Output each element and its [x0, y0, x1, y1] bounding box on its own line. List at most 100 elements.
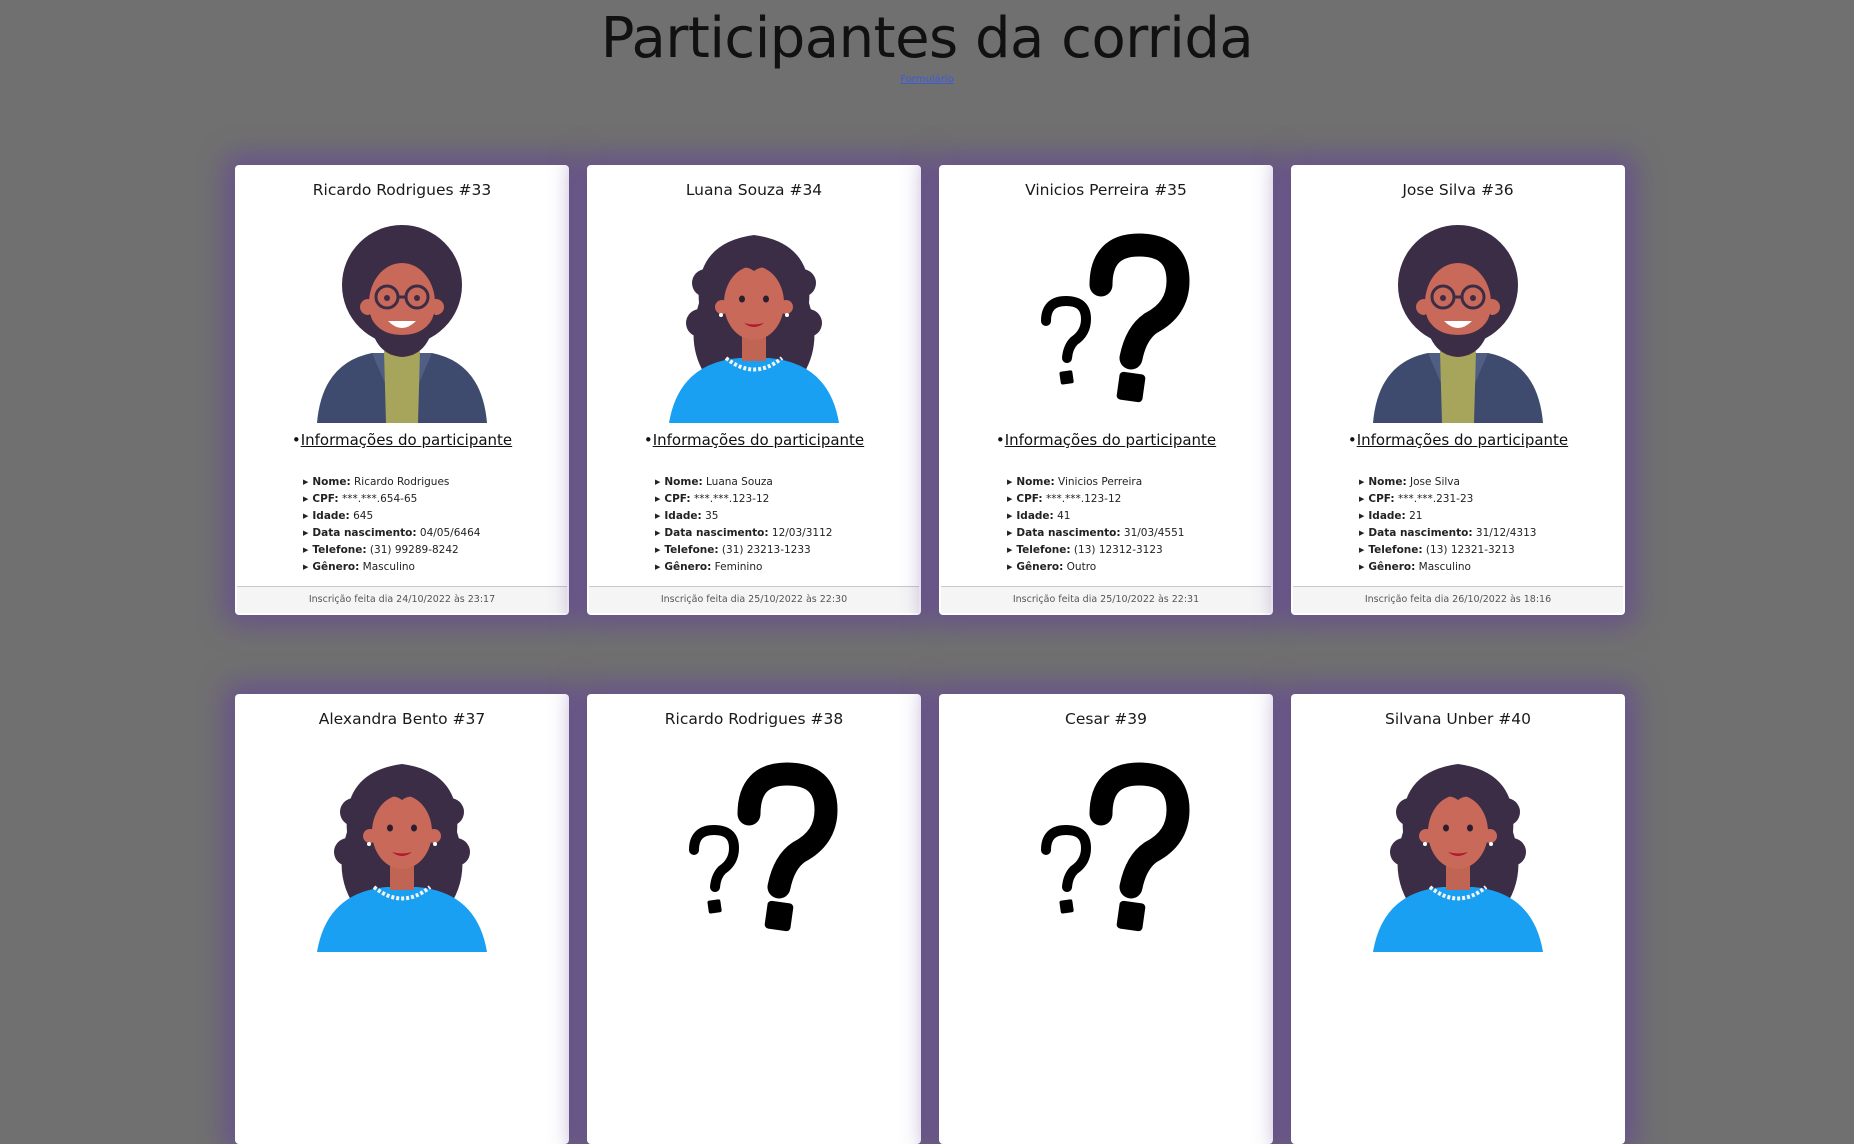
- disclosure-triangle-icon: ▶: [303, 563, 309, 571]
- detail-value: Feminino: [714, 561, 763, 573]
- disclosure-triangle-icon: ▶: [1007, 529, 1013, 537]
- detail-label: Nome:: [1368, 476, 1407, 488]
- detail-row-nascimento: ▶ Data nascimento: 12/03/3112: [655, 525, 905, 542]
- detail-row-nome: ▶ Nome: Ricardo Rodrigues: [303, 474, 553, 491]
- participant-name: Ricardo Rodrigues #33: [312, 181, 492, 199]
- disclosure-triangle-icon: ▶: [1359, 478, 1365, 486]
- participant-card: Ricardo Rodrigues #33 •Informações do pa…: [235, 165, 569, 615]
- detail-row-nascimento: ▶ Data nascimento: 04/05/6464: [303, 525, 553, 542]
- detail-label: CPF:: [312, 493, 339, 505]
- disclosure-triangle-icon: ▶: [303, 495, 309, 503]
- registration-footer: Inscrição feita dia 25/10/2022 às 22:31: [941, 586, 1271, 613]
- detail-value: 35: [705, 510, 719, 522]
- participant-name: Alexandra Bento #37: [318, 710, 486, 728]
- detail-row-telefone: ▶ Telefone: (31) 99289-8242: [303, 542, 553, 559]
- male-avatar-icon: [302, 223, 502, 423]
- detail-label: Telefone:: [1016, 544, 1071, 556]
- registration-footer: Inscrição feita dia 26/10/2022 às 18:16: [1293, 586, 1623, 613]
- disclosure-triangle-icon: ▶: [303, 512, 309, 520]
- participant-card: Cesar #39: [939, 694, 1273, 1144]
- detail-value: (13) 12312-3123: [1073, 544, 1163, 556]
- detail-row-genero: ▶ Gênero: Outro: [1007, 559, 1257, 576]
- disclosure-triangle-icon: ▶: [655, 478, 661, 486]
- detail-value: (31) 99289-8242: [369, 544, 459, 556]
- detail-label: Nome:: [664, 476, 703, 488]
- participant-details: ▶ Nome: Vinicios Perreira ▶ CPF: ***.***.12…: [1007, 474, 1257, 576]
- participant-name: Silvana Unber #40: [1385, 710, 1531, 728]
- participant-info-heading: •Informações do participante: [235, 431, 569, 449]
- question-mark-icon: [1006, 752, 1206, 952]
- participant-name: Vinicios Perreira #35: [1025, 181, 1187, 199]
- detail-label: Idade:: [312, 510, 350, 522]
- page-title: Participantes da corrida: [600, 6, 1254, 71]
- disclosure-triangle-icon: ▶: [1359, 495, 1365, 503]
- female-avatar-icon: [1358, 752, 1558, 952]
- participant-info-link[interactable]: Informações do participante: [1357, 431, 1568, 449]
- participant-card: Silvana Unber #40: [1291, 694, 1625, 1144]
- detail-value: Ricardo Rodrigues: [354, 476, 450, 488]
- detail-row-nascimento: ▶ Data nascimento: 31/03/4551: [1007, 525, 1257, 542]
- detail-value: ***.***.654-65: [341, 493, 418, 505]
- participant-card: Alexandra Bento #37: [235, 694, 569, 1144]
- detail-row-telefone: ▶ Telefone: (13) 12312-3123: [1007, 542, 1257, 559]
- detail-label: Data nascimento:: [312, 527, 417, 539]
- bullet-icon: •: [643, 431, 653, 449]
- disclosure-triangle-icon: ▶: [1007, 563, 1013, 571]
- disclosure-triangle-icon: ▶: [655, 563, 661, 571]
- participant-name: Luana Souza #34: [685, 181, 823, 199]
- detail-row-nome: ▶ Nome: Luana Souza: [655, 474, 905, 491]
- participant-name: Cesar #39: [1065, 710, 1147, 728]
- participant-card: Luana Souza #34 •Informações do particip…: [587, 165, 921, 615]
- detail-value: 31/12/4313: [1475, 527, 1537, 539]
- detail-label: Telefone:: [1368, 544, 1423, 556]
- detail-row-nome: ▶ Nome: Jose Silva: [1359, 474, 1609, 491]
- detail-value: Masculino: [1418, 561, 1471, 573]
- disclosure-triangle-icon: ▶: [1359, 563, 1365, 571]
- disclosure-triangle-icon: ▶: [1359, 512, 1365, 520]
- bullet-icon: •: [291, 431, 301, 449]
- detail-label: Gênero:: [1368, 561, 1416, 573]
- detail-label: Nome:: [312, 476, 351, 488]
- detail-value: (31) 23213-1233: [721, 544, 811, 556]
- form-link[interactable]: Formulário: [0, 74, 1854, 85]
- detail-label: Data nascimento:: [1016, 527, 1121, 539]
- detail-value: ***.***.123-12: [1045, 493, 1122, 505]
- question-mark-icon: [654, 752, 854, 952]
- detail-label: CPF:: [1016, 493, 1043, 505]
- disclosure-triangle-icon: ▶: [1007, 512, 1013, 520]
- participant-info-link[interactable]: Informações do participante: [1005, 431, 1216, 449]
- female-avatar-icon: [654, 223, 854, 423]
- detail-row-cpf: ▶ CPF: ***.***.654-65: [303, 491, 553, 508]
- detail-row-genero: ▶ Gênero: Masculino: [1359, 559, 1609, 576]
- detail-value: 41: [1057, 510, 1071, 522]
- bullet-icon: •: [1347, 431, 1357, 449]
- detail-row-cpf: ▶ CPF: ***.***.123-12: [655, 491, 905, 508]
- detail-value: 31/03/4551: [1123, 527, 1185, 539]
- question-mark-icon: [1006, 223, 1206, 423]
- detail-label: Gênero:: [312, 561, 360, 573]
- disclosure-triangle-icon: ▶: [1007, 478, 1013, 486]
- participant-info-link[interactable]: Informações do participante: [653, 431, 864, 449]
- detail-label: Telefone:: [664, 544, 719, 556]
- detail-value: 04/05/6464: [419, 527, 481, 539]
- detail-label: Data nascimento:: [664, 527, 769, 539]
- detail-label: Data nascimento:: [1368, 527, 1473, 539]
- detail-label: Gênero:: [1016, 561, 1064, 573]
- detail-row-idade: ▶ Idade: 21: [1359, 508, 1609, 525]
- detail-row-genero: ▶ Gênero: Masculino: [303, 559, 553, 576]
- detail-value: Luana Souza: [706, 476, 773, 488]
- female-avatar-icon: [302, 752, 502, 952]
- participant-info-link[interactable]: Informações do participante: [301, 431, 512, 449]
- detail-value: Outro: [1066, 561, 1097, 573]
- detail-label: CPF:: [1368, 493, 1395, 505]
- participant-name: Jose Silva #36: [1402, 181, 1514, 199]
- detail-row-idade: ▶ Idade: 645: [303, 508, 553, 525]
- detail-value: Masculino: [362, 561, 415, 573]
- detail-label: Telefone:: [312, 544, 367, 556]
- detail-label: CPF:: [664, 493, 691, 505]
- detail-row-idade: ▶ Idade: 35: [655, 508, 905, 525]
- disclosure-triangle-icon: ▶: [303, 529, 309, 537]
- detail-label: Idade:: [664, 510, 702, 522]
- detail-row-cpf: ▶ CPF: ***.***.231-23: [1359, 491, 1609, 508]
- disclosure-triangle-icon: ▶: [1007, 495, 1013, 503]
